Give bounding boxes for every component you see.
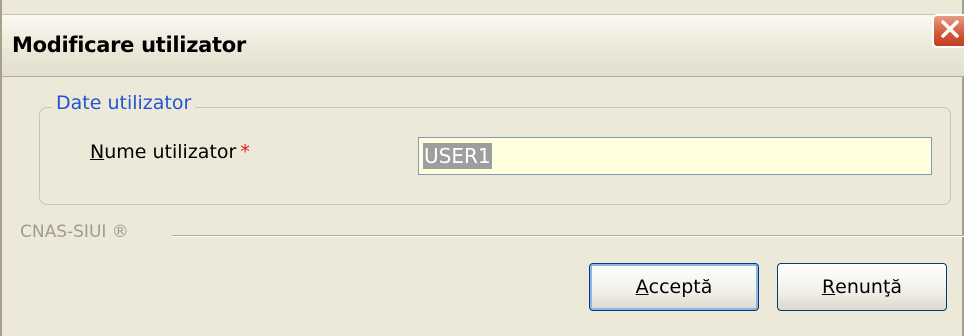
close-button[interactable] — [932, 14, 964, 48]
username-input-value: USER1 — [423, 143, 492, 169]
accept-mnemonic: A — [635, 276, 649, 298]
username-label-text: ume utilizator — [104, 141, 237, 163]
groupbox-title: Date utilizator — [52, 92, 196, 114]
window-title: Modificare utilizator — [12, 33, 246, 57]
required-marker: * — [240, 141, 250, 163]
username-label-mnemonic: N — [90, 141, 105, 163]
accept-button[interactable]: Acceptă — [589, 263, 759, 311]
separator-line — [172, 235, 964, 237]
brand-label: CNAS-SIUI ® — [20, 222, 129, 242]
cancel-button[interactable]: Renunţă — [777, 263, 947, 311]
cancel-label: enunţă — [835, 276, 903, 298]
username-input[interactable]: USER1 — [418, 137, 932, 175]
dialog-window: Modificare utilizator Date utilizator Nu… — [0, 0, 964, 336]
accept-label: cceptă — [648, 276, 713, 298]
cancel-mnemonic: R — [821, 276, 836, 298]
close-icon — [939, 18, 961, 44]
title-bar[interactable]: Modificare utilizator — [2, 14, 964, 77]
username-label: Nume utilizator * — [90, 141, 250, 163]
